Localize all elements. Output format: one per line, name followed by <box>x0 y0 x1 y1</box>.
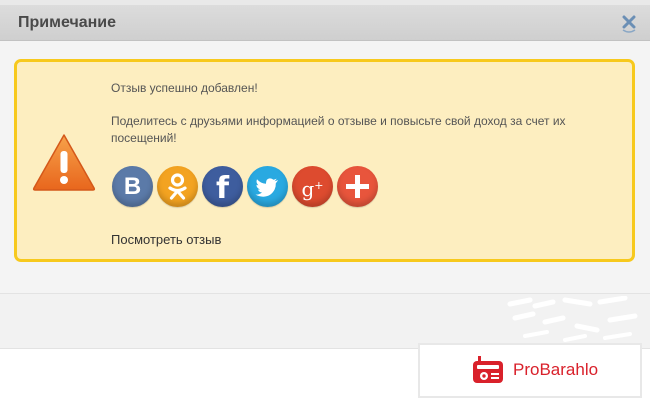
google-plus-icon: g+ <box>301 177 324 201</box>
facebook-icon: f <box>215 171 230 206</box>
view-review-link[interactable]: Посмотреть отзыв <box>111 232 221 247</box>
share-vkontakte-button[interactable]: В <box>112 166 153 207</box>
dialog-title: Примечание <box>18 14 117 31</box>
share-odnoklassniki-button[interactable] <box>157 166 198 207</box>
share-facebook-button[interactable]: f <box>202 166 243 207</box>
twitter-bird-icon <box>255 178 278 197</box>
dialog-header: Примечание <box>0 5 650 41</box>
plus-icon <box>346 175 369 198</box>
warning-icon <box>32 134 96 191</box>
share-google-plus-button[interactable]: g+ <box>292 166 333 207</box>
share-twitter-button[interactable] <box>247 166 288 207</box>
radio-icon <box>473 356 503 383</box>
vkontakte-icon: В <box>123 173 142 200</box>
share-more-button[interactable] <box>337 166 378 207</box>
brand-watermark: ProBarahlo <box>418 343 642 398</box>
odnoklassniki-icon <box>168 173 187 200</box>
success-message: Отзыв успешно добавлен! <box>111 81 258 95</box>
footer-decoration <box>507 296 638 342</box>
close-button[interactable] <box>620 14 638 34</box>
notice-box: Отзыв успешно добавлен! Поделитесь с дру… <box>14 59 635 262</box>
share-message: Поделитесь с друзьями информацией о отзы… <box>111 114 566 145</box>
brand-name: ProBarahlo <box>513 360 599 379</box>
close-icon <box>622 15 636 33</box>
